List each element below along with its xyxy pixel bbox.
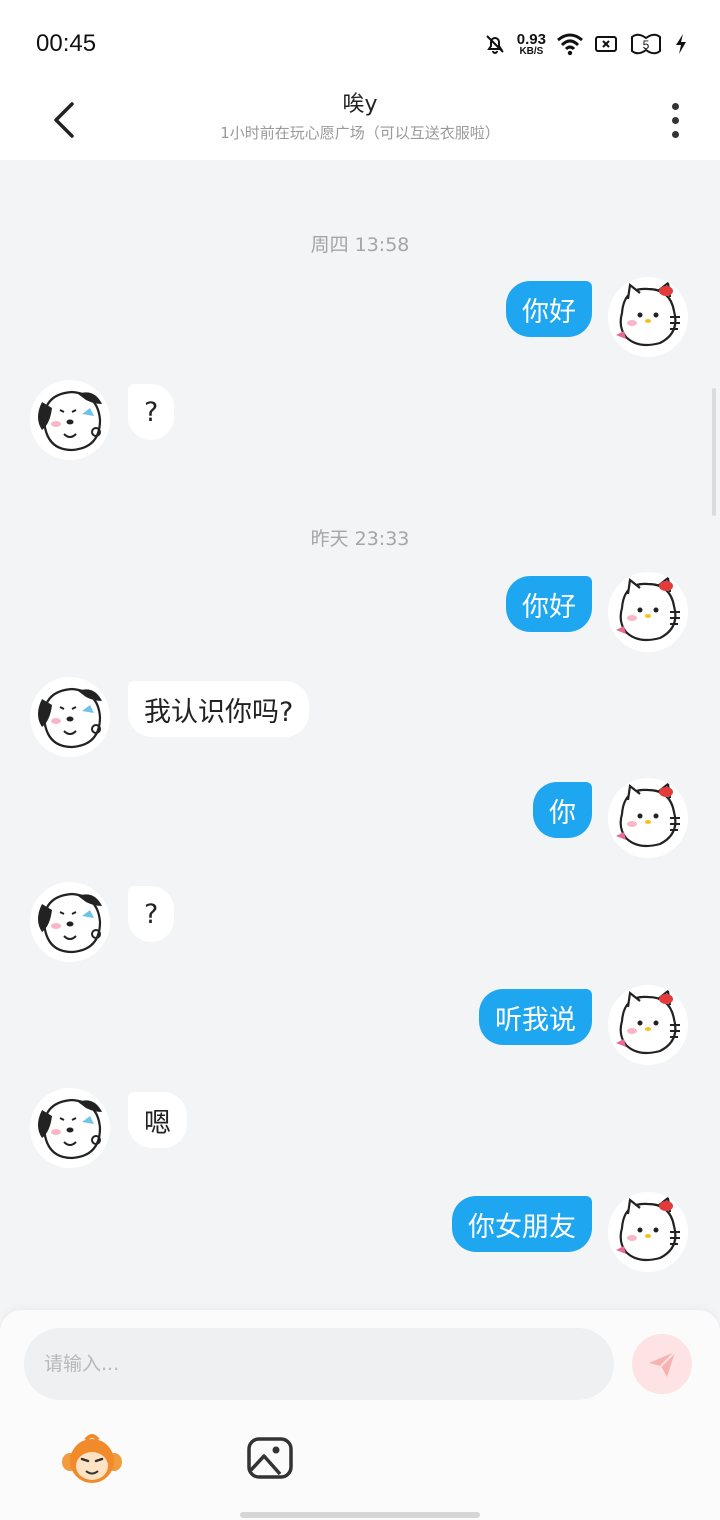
message-bubble[interactable]: 我认识你吗? [128,681,310,737]
contact-avatar[interactable] [30,677,110,757]
received-message: 嗯 [0,1088,720,1178]
sim-icon [595,36,617,52]
back-button[interactable] [40,90,88,150]
sent-message: 你好 [0,277,720,367]
sent-message: 你 [0,778,720,868]
send-icon [649,1351,676,1377]
status-time: 00:45 [36,30,97,57]
contact-avatar[interactable] [30,380,110,460]
sent-message: 你好 [0,572,720,662]
sent-message: 你女朋友 [0,1192,720,1282]
home-indicator [240,1512,480,1518]
contact-avatar[interactable] [30,882,110,962]
more-dot-icon [671,116,679,124]
cat-avatar-icon [608,985,688,1065]
charging-icon [676,34,686,54]
battery-icon: 5 [631,33,661,55]
contact-avatar[interactable] [30,1088,110,1168]
more-dot-icon [671,102,679,110]
send-button[interactable] [632,1334,692,1394]
input-panel [0,1310,720,1520]
contact-name: 唉y [342,92,378,117]
contact-status: 1小时前在玩心愿广场（可以互送衣服啦） [220,124,500,142]
svg-text:5: 5 [643,38,650,52]
sent-message: 听我说 [0,985,720,1075]
message-bubble[interactable]: 你 [533,782,592,838]
monkey-face-icon [62,1434,122,1483]
more-dot-icon [671,130,679,138]
cat-avatar-icon [608,277,688,357]
message-bubble[interactable]: 嗯 [128,1092,187,1148]
cat-avatar-icon [608,572,688,652]
status-icons: 0.93 KB/S 5 [483,28,688,60]
chat-header: 唉y 1小时前在玩心愿广场（可以互送衣服啦） [0,80,720,160]
received-message: ? [0,882,720,972]
my-avatar[interactable] [608,778,688,858]
received-message: 我认识你吗? [0,677,720,767]
my-avatar[interactable] [608,985,688,1065]
message-bubble[interactable]: ? [128,886,175,942]
message-timestamp: 昨天 23:33 [310,528,410,550]
dog-avatar-icon [30,1088,110,1168]
image-icon [247,1437,293,1479]
chevron-left-icon [54,102,74,138]
net-speed: 0.93 KB/S [516,30,546,57]
received-message: ? [0,380,720,470]
dog-avatar-icon [30,882,110,962]
message-bubble[interactable]: ? [128,384,175,440]
my-avatar[interactable] [608,572,688,652]
message-bubble[interactable]: 听我说 [479,989,592,1045]
message-bubble[interactable]: 你女朋友 [452,1196,592,1252]
cat-avatar-icon [608,1192,688,1272]
contact-info: 唉y 1小时前在玩心愿广场（可以互送衣服啦） [140,86,580,143]
my-avatar[interactable] [608,1192,688,1272]
cat-avatar-icon [608,778,688,858]
dog-avatar-icon [30,380,110,460]
dog-avatar-icon [30,677,110,757]
status-bar: 00:45 0.93 KB/S 5 [0,0,720,80]
message-input[interactable] [24,1328,614,1400]
image-button[interactable] [246,1436,294,1480]
emoji-sticker-button[interactable] [60,1434,124,1486]
message-bubble[interactable]: 你好 [506,576,592,632]
message-timestamp: 周四 13:58 [310,234,410,256]
my-avatar[interactable] [608,277,688,357]
wifi-icon [557,33,583,56]
more-options-button[interactable] [660,94,690,146]
chat-messages[interactable]: 周四 13:58 你好? 昨天 23:33 你好我认识你吗? 你? 听我说嗯你女朋友 [0,160,720,1310]
scrollbar[interactable] [712,388,716,516]
message-bubble[interactable]: 你好 [506,281,592,337]
mute-icon [486,35,504,54]
